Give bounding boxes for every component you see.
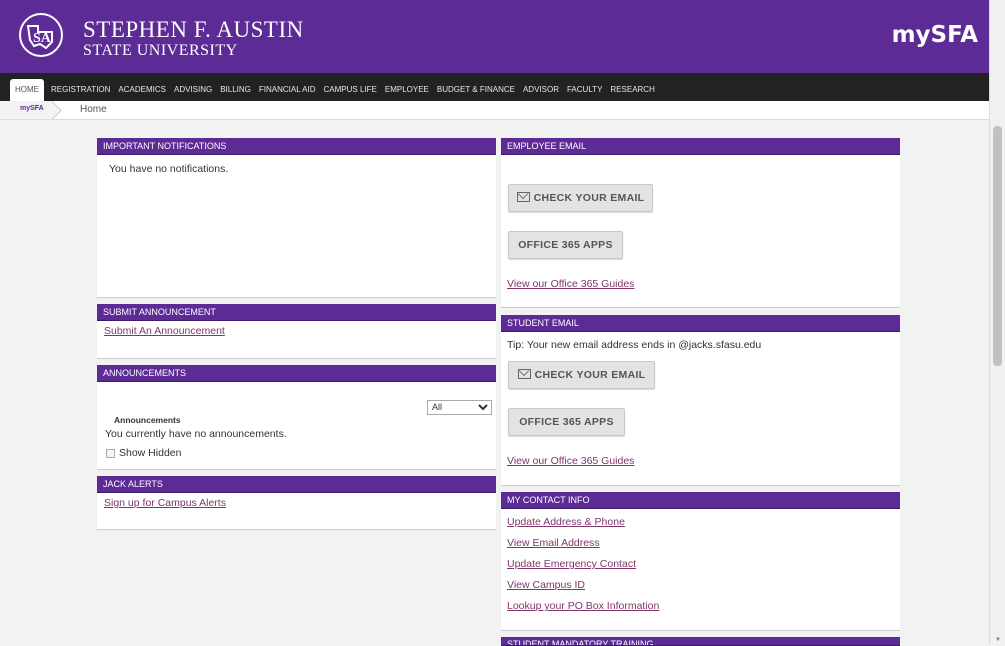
student-check-email-button[interactable]: CHECK YOUR EMAIL [508,361,655,389]
contact-link-update-emergency-contact[interactable]: Update Emergency Contact [507,557,659,571]
nav-item-home[interactable]: HOME [10,79,44,101]
jack-alerts-panel: JACK ALERTS Sign up for Campus Alerts [97,476,496,530]
nav-item-advising[interactable]: ADVISING [170,79,216,101]
university-name-line1: STEPHEN F. AUSTIN [83,17,304,42]
student-email-tip: Tip: Your new email address ends in @jac… [507,339,762,351]
employee-office-apps-button[interactable]: OFFICE 365 APPS [508,231,623,259]
student-check-email-label: CHECK YOUR EMAIL [534,369,646,381]
nav-item-financial-aid[interactable]: FINANCIAL AID [255,79,320,101]
notifications-panel: IMPORTANT NOTIFICATIONS You have no noti… [97,138,496,298]
mysfa-brand[interactable]: mySFA [892,22,978,48]
employee-check-email-button[interactable]: CHECK YOUR EMAIL [508,184,653,212]
nav-item-faculty[interactable]: FACULTY [563,79,606,101]
employee-office-guides-link[interactable]: View our Office 365 Guides [507,278,634,290]
breadcrumb: mySFA Home [0,101,990,120]
sfa-seal-logo-icon[interactable]: SA [18,12,64,58]
announcements-filter-select[interactable]: All [427,399,492,415]
nav-item-advisor[interactable]: ADVISOR [519,79,563,101]
svg-text:SA: SA [33,31,52,46]
contact-link-view-email-address[interactable]: View Email Address [507,536,659,550]
submit-announcement-panel: SUBMIT ANNOUNCEMENT Submit An Announceme… [97,304,496,359]
announcements-empty-text: You currently have no announcements. [105,428,287,440]
show-hidden-label: Show Hidden [119,447,182,459]
university-name-line2: STATE UNIVERSITY [83,42,238,59]
contact-link-lookup-your-po-box-information[interactable]: Lookup your PO Box Information [507,599,659,613]
employee-email-panel: EMPLOYEE EMAIL CHECK YOUR EMAIL OFFICE 3… [501,138,900,308]
show-hidden-row: Show Hidden [106,447,181,459]
submit-announcement-title: SUBMIT ANNOUNCEMENT [97,304,496,321]
student-office-apps-label: OFFICE 365 APPS [519,416,614,428]
employee-office-apps-label: OFFICE 365 APPS [518,239,613,251]
contact-link-update-address-phone[interactable]: Update Address & Phone [507,515,659,529]
nav-item-budget-finance[interactable]: BUDGET & FINANCE [433,79,519,101]
announcements-panel: ANNOUNCEMENTS All Announcements You curr… [97,365,496,470]
notifications-title: IMPORTANT NOTIFICATIONS [97,138,496,155]
scrollbar-thumb[interactable] [993,126,1002,366]
contact-info-panel: MY CONTACT INFO Update Address & Phone Vi… [501,492,900,631]
breadcrumb-current: Home [80,104,107,115]
mandatory-training-panel: STUDENT MANDATORY TRAINING [501,637,900,646]
student-email-title: STUDENT EMAIL [501,315,900,332]
announcements-title: ANNOUNCEMENTS [97,365,496,382]
envelope-icon [516,192,530,202]
jack-alerts-title: JACK ALERTS [97,476,496,493]
student-email-panel: STUDENT EMAIL Tip: Your new email addres… [501,315,900,486]
breadcrumb-root-label: mySFA [20,105,44,112]
nav-item-employee[interactable]: EMPLOYEE [381,79,433,101]
employee-check-email-label: CHECK YOUR EMAIL [533,192,645,204]
student-office-apps-button[interactable]: OFFICE 365 APPS [508,408,625,436]
nav-item-research[interactable]: RESEARCH [606,79,658,101]
page-scrollbar[interactable]: ▼ [989,0,1005,645]
nav-item-campus-life[interactable]: CAMPUS LIFE [320,79,381,101]
nav-item-academics[interactable]: ACADEMICS [114,79,170,101]
contact-link-view-campus-id[interactable]: View Campus ID [507,578,659,592]
campus-alerts-link[interactable]: Sign up for Campus Alerts [104,497,226,509]
main-nav: HOME REGISTRATION ACADEMICS ADVISING BILLING… [0,73,990,101]
contact-info-title: MY CONTACT INFO [501,492,900,509]
scroll-down-arrow-icon[interactable]: ▼ [995,637,1001,643]
student-office-guides-link[interactable]: View our Office 365 Guides [507,455,634,467]
notifications-text: You have no notifications. [109,163,229,175]
envelope-icon [517,369,531,379]
site-header: SA STEPHEN F. AUSTIN STATE UNIVERSITY my… [0,0,990,73]
show-hidden-checkbox[interactable] [106,448,115,458]
university-name[interactable]: STEPHEN F. AUSTIN STATE UNIVERSITY [83,18,304,60]
announcements-subtitle: Announcements [114,415,181,425]
nav-item-billing[interactable]: BILLING [216,79,255,101]
employee-email-title: EMPLOYEE EMAIL [501,138,900,155]
nav-item-registration[interactable]: REGISTRATION [47,79,114,101]
submit-announcement-link[interactable]: Submit An Announcement [104,325,225,337]
